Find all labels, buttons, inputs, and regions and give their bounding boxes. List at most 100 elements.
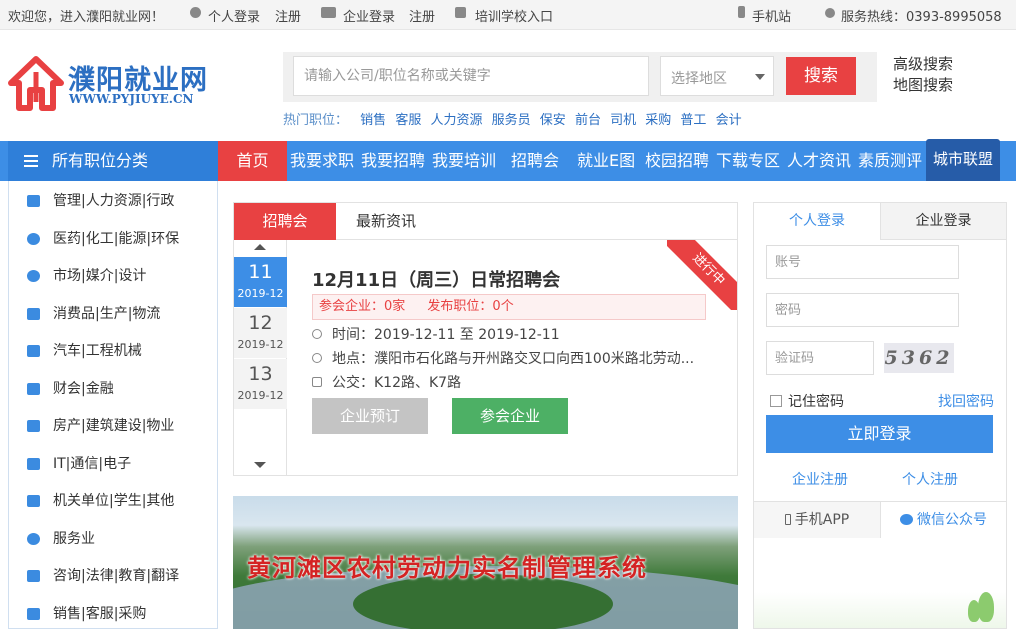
nav-downloads[interactable]: 下载专区: [716, 141, 780, 181]
participating-companies-button[interactable]: 参会企业: [452, 398, 568, 434]
advanced-search-link[interactable]: 高级搜索: [893, 53, 953, 74]
event-positions: 发布职位：0个: [427, 299, 514, 314]
briefcase-icon: [27, 195, 40, 207]
category-item[interactable]: 医药|化工|能源|环保: [9, 224, 217, 254]
category-item[interactable]: 财会|金融: [9, 374, 217, 404]
search-bar: 选择地区 搜索: [283, 52, 877, 102]
search-button[interactable]: 搜索: [786, 57, 856, 95]
category-item[interactable]: 消费品|生产|物流: [9, 299, 217, 329]
wechat-icon: [900, 514, 913, 525]
banner-title: 黄河滩区农村劳动力实名制管理系统: [247, 553, 647, 582]
hot-job-link[interactable]: 客服: [395, 113, 421, 128]
hotline-text: 服务热线：0393-8995058: [841, 10, 1002, 25]
hot-job-link[interactable]: 采购: [645, 113, 671, 128]
personal-register-link[interactable]: 个人注册: [902, 469, 958, 489]
password-field[interactable]: [766, 293, 959, 327]
nav-assessment[interactable]: 素质测评: [858, 141, 922, 181]
mobile-site-link[interactable]: 手机站: [752, 6, 791, 25]
money-icon: [27, 383, 40, 395]
hot-job-link[interactable]: 保安: [540, 113, 566, 128]
hot-job-link[interactable]: 会计: [716, 113, 742, 128]
nav-training[interactable]: 我要培训: [432, 141, 496, 181]
search-input[interactable]: [293, 56, 649, 96]
nav-campus[interactable]: 校园招聘: [645, 141, 709, 181]
hot-jobs-label: 热门职位：: [283, 113, 349, 128]
logo-house-icon: [8, 56, 64, 111]
category-item[interactable]: 汽车|工程机械: [9, 336, 217, 366]
company-register-link[interactable]: 企业注册: [792, 469, 848, 489]
company-register-link[interactable]: 注册: [409, 6, 435, 25]
tab-company-login[interactable]: 企业登录: [880, 203, 1006, 240]
hot-job-link[interactable]: 服务员: [492, 113, 531, 128]
site-logo[interactable]: 濮阳就业网 WWW.PYJIUYE.CN: [8, 52, 218, 114]
building-icon: [27, 420, 40, 432]
date-tile[interactable]: 12 2019-12: [234, 308, 287, 358]
tree-decoration: [978, 592, 994, 622]
arrow-down-icon[interactable]: [254, 462, 266, 468]
hot-job-link[interactable]: 销售: [360, 113, 386, 128]
hot-job-link[interactable]: 人力资源: [430, 113, 482, 128]
all-categories-toggle[interactable]: 所有职位分类: [8, 141, 218, 181]
pie-chart-icon: [27, 270, 40, 282]
date-column: 11 2019-12 12 2019-12 13 2019-12: [234, 240, 287, 475]
login-button[interactable]: 立即登录: [766, 415, 993, 453]
area-select[interactable]: 选择地区: [660, 56, 774, 96]
personal-login-link[interactable]: 个人登录: [208, 6, 260, 25]
personal-register-link[interactable]: 注册: [275, 6, 301, 25]
smile-icon: [27, 533, 40, 545]
mobile-icon: [784, 514, 791, 525]
phone-icon: [825, 6, 839, 21]
category-item[interactable]: 销售|客服|采购: [9, 599, 217, 629]
keyboard-icon: [27, 458, 40, 470]
category-item[interactable]: 房产|建筑建设|物业: [9, 411, 217, 441]
captcha-field[interactable]: [766, 341, 874, 375]
hot-job-link[interactable]: 前台: [575, 113, 601, 128]
nav-recruit[interactable]: 我要招聘: [361, 141, 425, 181]
clock-icon: [312, 329, 322, 339]
event-panel: 11 2019-12 12 2019-12 13 2019-12 进行中 12月…: [233, 240, 738, 476]
category-item[interactable]: 咨询|法律|教育|翻译: [9, 561, 217, 591]
nav-job-seek[interactable]: 我要求职: [290, 141, 354, 181]
nav-city-alliance[interactable]: 城市联盟: [926, 139, 1000, 181]
nav-talent-news[interactable]: 人才资讯: [787, 141, 851, 181]
tab-personal-login[interactable]: 个人登录: [754, 203, 880, 240]
map-search-link[interactable]: 地图搜索: [893, 74, 953, 95]
tab-wechat[interactable]: 微信公众号: [880, 502, 1006, 538]
hot-job-link[interactable]: 司机: [610, 113, 636, 128]
bus-icon: [312, 377, 322, 387]
category-item[interactable]: 市场|媒介|设计: [9, 261, 217, 291]
nav-job-fair[interactable]: 招聘会: [511, 141, 559, 181]
event-companies: 参会企业：0家: [319, 299, 406, 314]
nav-employment-map[interactable]: 就业E图: [577, 141, 635, 181]
tab-mobile-app[interactable]: 手机APP: [754, 502, 880, 538]
truck-icon: [27, 308, 40, 320]
company-book-button[interactable]: 企业预订: [312, 398, 428, 434]
date-tile[interactable]: 11 2019-12: [234, 257, 287, 307]
training-school-link[interactable]: 培训学校入口: [475, 6, 553, 25]
event-title[interactable]: 12月11日（周三）日常招聘会: [312, 266, 560, 292]
arrow-up-icon[interactable]: [254, 244, 266, 250]
account-field[interactable]: [766, 245, 959, 279]
nav-home[interactable]: 首页: [218, 141, 287, 181]
remember-password[interactable]: 记住密码: [770, 391, 844, 411]
logo-url: WWW.PYJIUYE.CN: [69, 92, 194, 106]
tab-latest-news[interactable]: 最新资讯: [336, 203, 436, 240]
tab-job-fair[interactable]: 招聘会: [234, 203, 336, 240]
date-tile[interactable]: 13 2019-12: [234, 359, 287, 409]
forgot-password-link[interactable]: 找回密码: [938, 391, 994, 411]
checkbox[interactable]: [770, 395, 782, 407]
category-item[interactable]: 机关单位|学生|其他: [9, 486, 217, 516]
user-icon: [190, 6, 205, 21]
bank-icon: [27, 495, 40, 507]
category-item[interactable]: 服务业: [9, 524, 217, 554]
all-categories-label: 所有职位分类: [52, 151, 149, 170]
promo-banner[interactable]: 黄河滩区农村劳动力实名制管理系统: [233, 496, 738, 629]
hot-job-link[interactable]: 普工: [680, 113, 706, 128]
category-item[interactable]: IT|通信|电子: [9, 449, 217, 479]
hot-jobs: 热门职位： 销售 客服 人力资源 服务员 保安 前台 司机 采购 普工 会计: [283, 109, 747, 128]
login-panel: 个人登录 企业登录 5362 记住密码 找回密码 立即登录 企业注册 个人注册: [753, 202, 1007, 502]
category-item[interactable]: 管理|人力资源|行政: [9, 186, 217, 216]
company-login-link[interactable]: 企业登录: [343, 6, 395, 25]
captcha-image[interactable]: 5362: [884, 343, 954, 373]
area-select-label: 选择地区: [671, 71, 727, 87]
